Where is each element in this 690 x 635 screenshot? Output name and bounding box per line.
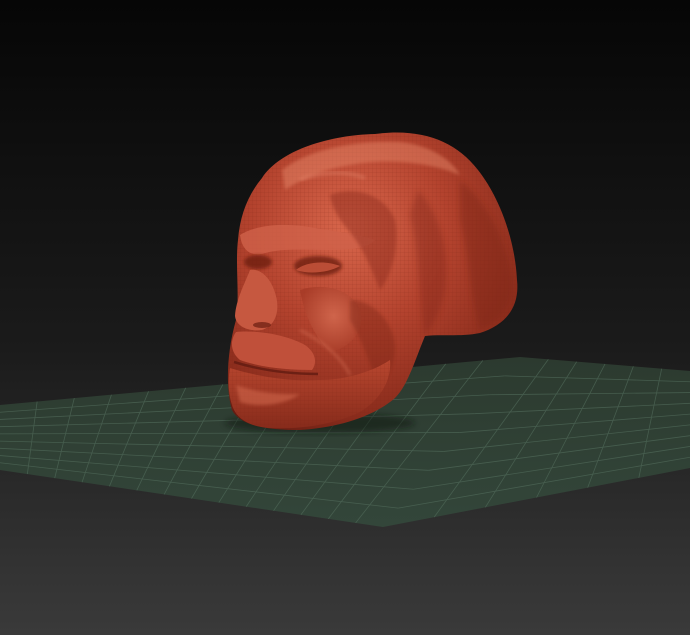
scene-svg[interactable] [0, 0, 690, 635]
nostril [253, 322, 271, 328]
left-eye-socket [244, 255, 272, 269]
3d-viewport-canvas[interactable] [0, 0, 690, 635]
